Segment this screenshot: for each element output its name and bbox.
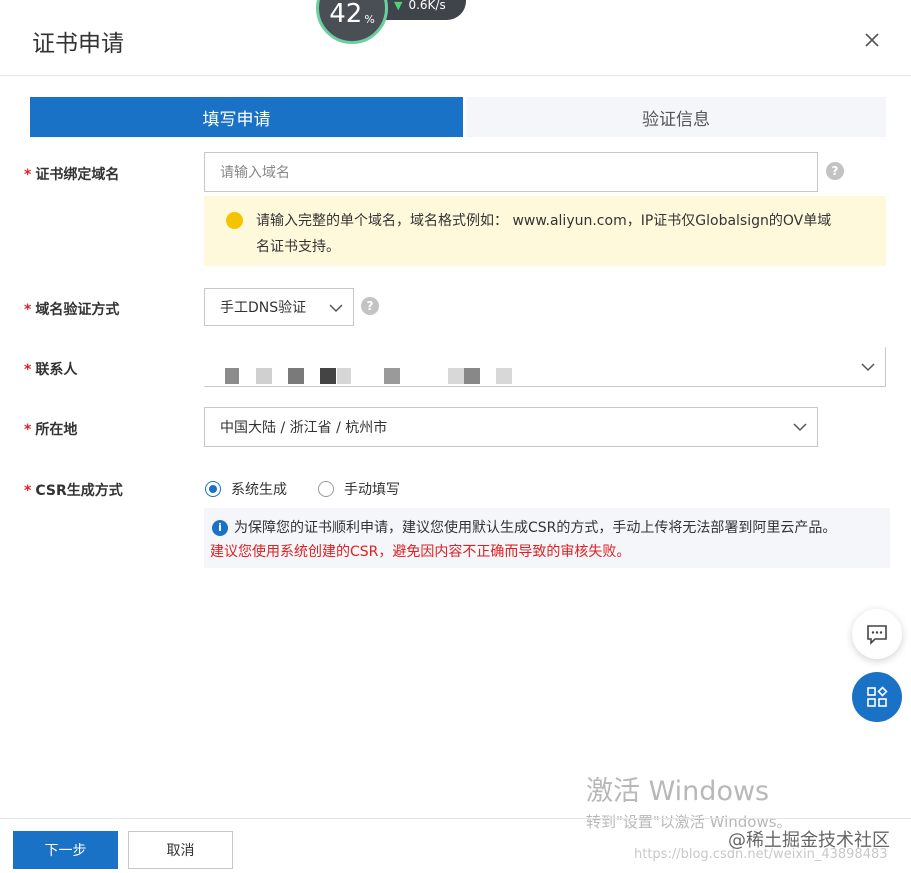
csr-label-text: CSR生成方式 (35, 483, 123, 499)
domain-notice-line2: 名证书支持。 (256, 239, 340, 255)
domain-help-icon[interactable]: ? (826, 162, 844, 180)
location-label: * 所在地 (24, 419, 77, 439)
cancel-button[interactable]: 取消 (128, 831, 233, 869)
required-mark: * (24, 362, 32, 378)
site-watermark: @稀土掘金技术社区 (728, 830, 890, 851)
domain-input[interactable]: 请输入域名 (204, 152, 818, 192)
domain-notice: 请输入完整的单个域名，域名格式例如： www.aliyun.com，IP证书仅G… (204, 196, 886, 266)
csr-info-notice: i 为保障您的证书顺利申请，建议您使用默认生成CSR的方式，手动上传将无法部署到… (204, 508, 890, 568)
certificate-apply-dialog: 证书申请 ▼ 0.6K/s 42% 填写申请 验证信息 * 证书绑定域名 请输入域… (0, 0, 911, 873)
csr-radio-system-label: 系统生成 (231, 482, 287, 498)
windows-watermark-line1: 激活 Windows (586, 776, 770, 807)
csr-label: * CSR生成方式 (24, 480, 123, 500)
location-value: 中国大陆 / 浙江省 / 杭州市 (220, 420, 388, 436)
contact-label: * 联系人 (24, 359, 77, 379)
speed-pill: ▼ 0.6K/s (380, 0, 466, 20)
contact-label-text: 联系人 (35, 362, 78, 378)
csr-info-line1: 为保障您的证书顺利申请，建议您使用默认生成CSR的方式，手动上传将无法部署到阿里… (234, 520, 837, 536)
location-label-text: 所在地 (35, 422, 78, 438)
info-icon: i (212, 520, 228, 536)
chat-icon (867, 625, 887, 645)
radio-checked-icon (205, 481, 221, 497)
network-speed-widget: ▼ 0.6K/s 42% (316, 0, 476, 48)
required-mark: * (24, 483, 32, 499)
chevron-down-icon (793, 423, 807, 432)
location-select[interactable]: 中国大陆 / 浙江省 / 杭州市 (204, 407, 818, 447)
radio-unchecked-icon (318, 481, 334, 497)
csr-radio-manual[interactable]: 手动填写 (318, 479, 400, 499)
next-step-button[interactable]: 下一步 (13, 831, 118, 869)
speed-percent-circle: 42% (316, 0, 388, 44)
chat-button[interactable] (852, 609, 902, 659)
csr-radio-manual-label: 手动填写 (344, 482, 400, 498)
chevron-down-icon (329, 304, 343, 313)
warning-icon (226, 212, 243, 229)
apps-icon (867, 686, 888, 707)
close-icon[interactable] (860, 28, 884, 52)
domain-notice-line1: 请输入完整的单个域名，域名格式例如： www.aliyun.com，IP证书仅G… (256, 213, 832, 229)
verify-method-label-text: 域名验证方式 (35, 302, 120, 318)
step-arrow (443, 97, 463, 137)
domain-input-placeholder: 请输入域名 (220, 165, 290, 181)
apps-button[interactable] (852, 672, 902, 722)
speed-value: 0.6K/s (408, 0, 446, 12)
csr-info-line2: 建议您使用系统创建的CSR，避免因内容不正确而导致的审核失败。 (210, 544, 631, 560)
speed-percent: 42 (329, 0, 363, 29)
verify-method-help-icon[interactable]: ? (361, 297, 379, 315)
required-mark: * (24, 422, 32, 438)
step-verify-info: 验证信息 (466, 97, 886, 137)
csr-radio-system[interactable]: 系统生成 (205, 479, 287, 499)
domain-label-text: 证书绑定域名 (35, 167, 120, 183)
domain-label: * 证书绑定域名 (24, 164, 119, 184)
required-mark: * (24, 302, 32, 318)
chevron-down-icon (861, 363, 875, 372)
dialog-title: 证书申请 (32, 31, 124, 57)
step-fill-application: 填写申请 (30, 97, 463, 137)
required-mark: * (24, 167, 32, 183)
contact-select[interactable] (204, 347, 886, 387)
verify-method-value: 手工DNS验证 (220, 300, 307, 316)
verify-method-select[interactable]: 手工DNS验证 (204, 288, 354, 326)
verify-method-label: * 域名验证方式 (24, 299, 119, 319)
speed-percent-unit: % (364, 12, 375, 26)
steps-bar: 填写申请 验证信息 (30, 97, 886, 137)
download-arrow-icon: ▼ (394, 0, 403, 12)
